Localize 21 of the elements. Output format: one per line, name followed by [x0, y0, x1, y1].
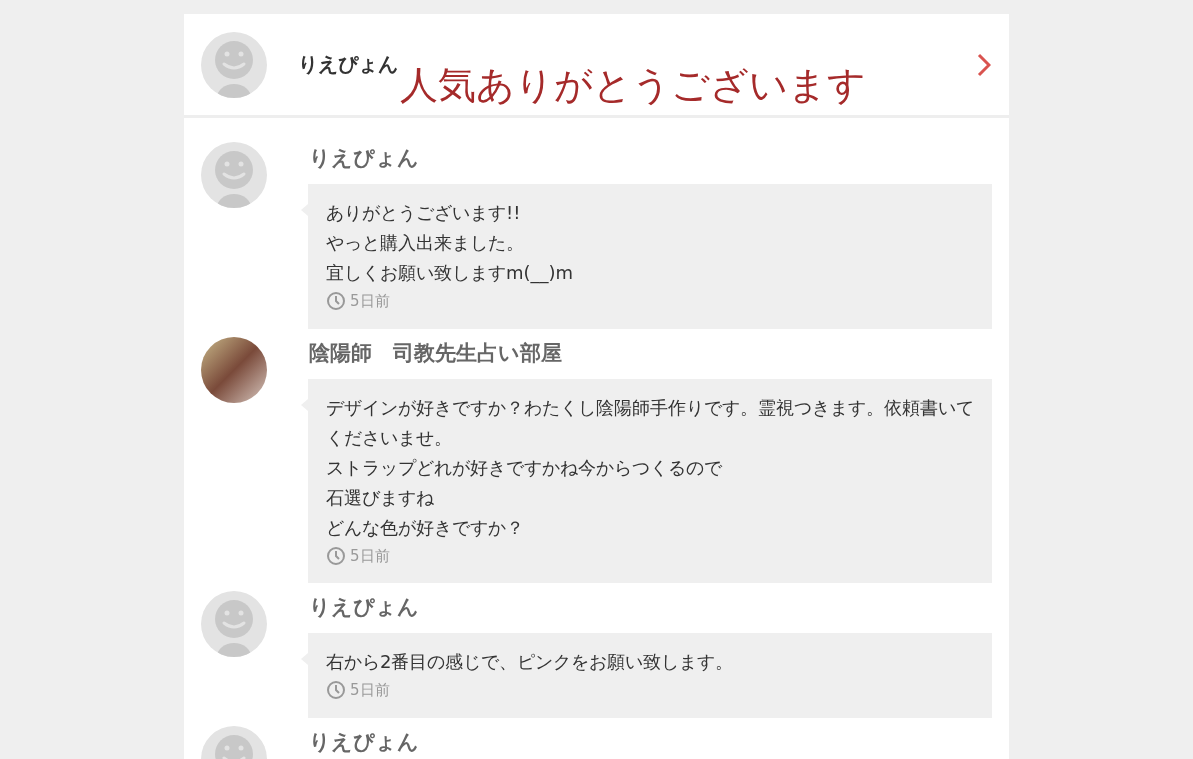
- message-text: やっと購入出来ました。: [326, 231, 525, 255]
- caption-text: 人気ありがとうございます: [400, 65, 866, 104]
- message-text: 宜しくお願い致しますm(__)m: [326, 261, 575, 286]
- message-text: 石選びますね: [326, 485, 435, 510]
- message-text: ストラップどれが好きですかね今からつくるので: [326, 455, 723, 480]
- user-name: りえぴょん: [309, 594, 420, 621]
- clock-icon: [326, 545, 346, 566]
- message-text: 右から2番目の感じで、ピンクをお願い致します。: [326, 650, 735, 674]
- message-text: どんな色が好きですか？: [326, 515, 525, 540]
- clock-icon: [326, 291, 346, 312]
- clock-icon: [326, 680, 346, 701]
- chevron-right-icon[interactable]: [977, 52, 991, 77]
- message-text: ありがとうございます!!: [326, 201, 522, 225]
- user-name: 陰陽師 司教先生占い部屋: [309, 339, 563, 367]
- timestamp: 5日前: [350, 680, 390, 701]
- user-name: りえぴょん: [309, 728, 420, 756]
- user-name: りえぴょん: [309, 145, 420, 172]
- timestamp: 5日前: [350, 291, 390, 312]
- message-text: デザインが好きですか？わたくし陰陽師手作りです。霊視つきます。依頼書いてくださいませ。: [326, 395, 974, 450]
- user-name: りえぴょん: [298, 50, 398, 78]
- timestamp: 5日前: [350, 545, 390, 567]
